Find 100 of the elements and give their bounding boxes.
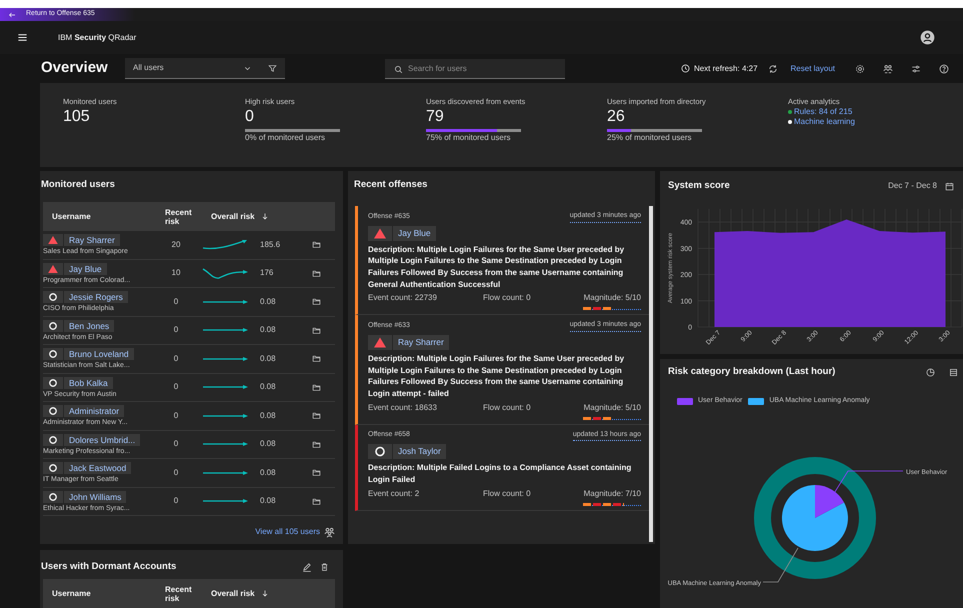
user-link[interactable]: Josh Taylor [393, 444, 446, 460]
folder-icon[interactable] [312, 411, 321, 420]
delete-icon[interactable] [320, 562, 329, 572]
event-count: Event count: 22739 [368, 292, 438, 304]
user-link[interactable]: Bruno Loveland [64, 348, 134, 360]
sparkline [202, 442, 248, 446]
settings-icon[interactable] [855, 64, 865, 74]
folder-icon[interactable] [312, 496, 321, 506]
table-cell-text: 0.08 [260, 296, 277, 308]
stat-value: 105 [63, 107, 91, 128]
folder-icon[interactable] [312, 268, 321, 278]
sparkline [202, 356, 248, 361]
user-link[interactable]: Ray Sharrer [64, 234, 120, 246]
table-cell: 10 [172, 267, 180, 280]
reset-layout-link[interactable]: Reset layout [790, 62, 835, 74]
sparkline [202, 470, 248, 475]
back-arrow-icon [8, 10, 16, 18]
user-link[interactable]: Jay Blue [64, 262, 107, 274]
table-cell-text: 0.08 [260, 381, 277, 394]
event-count: Event count: 2 [368, 488, 420, 500]
table-cell-text: 0.08 [260, 410, 277, 422]
leader-line [762, 547, 798, 582]
column-header: Recent risk [165, 208, 193, 226]
table-cell-text: 176 [260, 267, 274, 280]
flow-count: Flow count: 0 [483, 292, 532, 304]
column-header: Username [52, 210, 92, 222]
sparkline [202, 300, 248, 304]
sparkline [202, 499, 248, 504]
sliders-icon[interactable] [911, 64, 921, 74]
table-cell: 0 [174, 352, 178, 365]
refresh-countdown: Next refresh: 4:27 [694, 62, 758, 74]
folder-icon[interactable] [312, 468, 321, 478]
column-header: Username [52, 588, 92, 600]
table-cell: 0 [174, 324, 178, 336]
clock-icon [680, 64, 690, 73]
user-link[interactable]: Jay Blue [393, 226, 436, 240]
sparkline [202, 328, 248, 332]
calendar-icon[interactable] [945, 182, 954, 190]
refresh-icon[interactable] [768, 64, 778, 74]
view-all-link[interactable]: View all 105 users [255, 526, 320, 538]
stat-value: 26 [607, 107, 626, 128]
user-link[interactable]: Dolores Umbrid... [64, 434, 140, 446]
search-field[interactable]: Search for users [385, 58, 565, 78]
folder-icon[interactable] [312, 354, 321, 364]
table-cell: 0 [174, 410, 178, 422]
flow-count: Flow count: 0 [483, 402, 532, 414]
sparkline [202, 414, 248, 418]
offense-description: Description: Multiple Failed Logins to a Compliance Asset containing Login Failed [368, 462, 632, 486]
folder-icon[interactable] [312, 382, 321, 392]
column-header: Overall risk [211, 588, 255, 600]
table-cell-text: 0.08 [260, 324, 277, 336]
sort-arrow-icon[interactable] [260, 212, 269, 221]
folder-icon[interactable] [312, 440, 321, 449]
edit-icon[interactable] [302, 562, 312, 572]
table-cell: 0 [174, 381, 178, 394]
user-link[interactable]: Administrator [64, 405, 124, 417]
analytics-link[interactable]: Rules: 84 of 215 [794, 107, 852, 118]
magnitude-label: Magnitude: 5/10 [584, 293, 641, 302]
pie-chart-icon[interactable] [926, 368, 935, 376]
folder-icon[interactable] [312, 297, 321, 306]
help-icon[interactable] [939, 64, 949, 74]
table-cell-text: 185.6 [260, 238, 282, 251]
filter-icon [268, 64, 277, 72]
panel-title: Recent offenses [354, 179, 428, 190]
sparkline [202, 268, 248, 279]
sort-arrow-icon[interactable] [260, 589, 269, 598]
avatar-icon[interactable] [920, 30, 935, 45]
menu-icon[interactable] [17, 32, 28, 43]
event-count: Event count: 18633 [368, 402, 438, 414]
table-cell: 0 [174, 495, 178, 508]
people-icon[interactable] [883, 64, 893, 74]
magnitude-label: Magnitude: 5/10 [584, 402, 641, 412]
user-link[interactable]: Jessie Rogers [64, 291, 128, 303]
panel-title: Users with Dormant Accounts [41, 560, 176, 574]
table-cell-text: 0.08 [260, 352, 277, 365]
search-icon [394, 64, 403, 74]
table-cell-text: 0.08 [260, 466, 277, 479]
flow-count: Flow count: 0 [483, 488, 532, 500]
table-cell: 20 [172, 238, 180, 251]
analytics-link[interactable]: Machine learning [794, 117, 855, 128]
date-range: Dec 7 - Dec 8 [888, 180, 937, 192]
table-view-icon[interactable] [949, 368, 958, 376]
user-link[interactable]: Bob Kalka [64, 376, 113, 388]
column-header: Recent risk [165, 584, 193, 602]
panel-title: System score [668, 178, 730, 193]
column-header: Overall risk [211, 210, 255, 222]
leader-line [832, 470, 904, 495]
folder-icon[interactable] [312, 326, 321, 335]
table-cell: 0 [174, 466, 178, 479]
user-link[interactable]: Ben Jones [64, 320, 114, 332]
user-group-icon[interactable] [324, 526, 335, 538]
table-cell: 0 [174, 438, 178, 450]
users-dropdown[interactable]: All users [125, 58, 285, 79]
page-title: Overview [41, 58, 109, 78]
user-link[interactable]: John Williams [64, 490, 126, 502]
user-link[interactable]: Ray Sharrer [393, 334, 449, 350]
table-cell-text: 0.08 [260, 438, 277, 450]
user-link[interactable]: Jack Eastwood [64, 462, 132, 474]
folder-icon[interactable] [312, 240, 321, 250]
offense-description: Description: Multiple Login Failures for the Same User preceded by Multiple Login Failures to the Same Destination preceded by Login Failures Followed By Success from the same Username containing Login attempt - failed [368, 352, 626, 400]
